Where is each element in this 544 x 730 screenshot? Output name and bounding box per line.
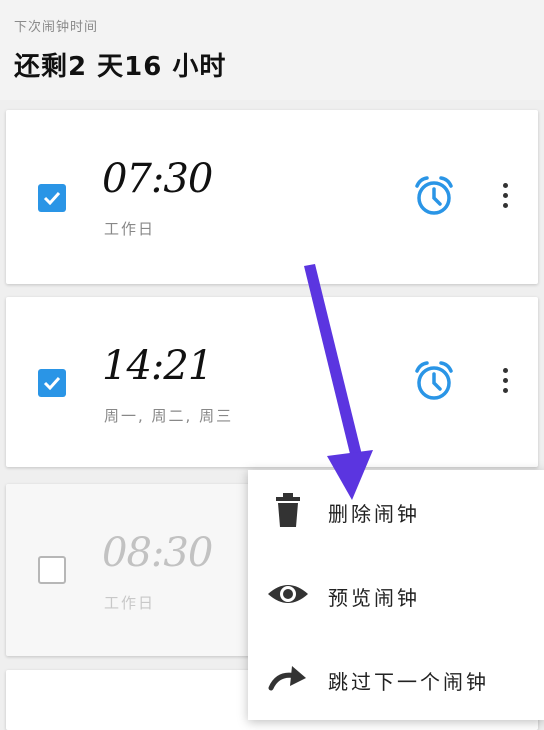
- next-alarm-label: 下次闹钟时间: [14, 20, 99, 35]
- next-alarm-header: 下次闹钟时间 还剩2 天16 小时: [0, 0, 544, 100]
- alarm-clock-icon[interactable]: [412, 359, 456, 403]
- alarm-clock-icon[interactable]: [412, 174, 456, 218]
- alarm-time[interactable]: 14:21: [102, 343, 213, 389]
- alarm-enable-checkbox[interactable]: [38, 369, 66, 397]
- trash-icon: [276, 493, 300, 527]
- alarm-card[interactable]: 07:30 工作日: [6, 110, 538, 284]
- alarm-repeat: 工作日: [104, 220, 156, 238]
- alarm-enable-checkbox[interactable]: [38, 556, 66, 584]
- alarm-context-menu: 删除闹钟 预览闹钟 跳过下一个闹钟: [248, 470, 544, 720]
- more-options-icon[interactable]: [500, 180, 510, 214]
- menu-item-preview-alarm[interactable]: 预览闹钟: [248, 554, 544, 636]
- alarm-card[interactable]: 14:21 周一, 周二, 周三: [6, 297, 538, 467]
- menu-item-delete-alarm[interactable]: 删除闹钟: [248, 470, 544, 552]
- checkmark-icon: [43, 376, 61, 390]
- eye-icon: [268, 585, 308, 603]
- menu-item-label: 预览闹钟: [328, 586, 420, 610]
- alarm-repeat: 周一, 周二, 周三: [104, 407, 234, 425]
- more-options-icon[interactable]: [500, 365, 510, 399]
- skip-arrow-icon: [268, 666, 306, 691]
- alarm-enable-checkbox[interactable]: [38, 184, 66, 212]
- menu-item-skip-next-alarm[interactable]: 跳过下一个闹钟: [248, 638, 544, 720]
- alarm-time[interactable]: 08:30: [102, 530, 213, 576]
- checkmark-icon: [43, 191, 61, 205]
- menu-item-label: 删除闹钟: [328, 502, 420, 526]
- alarm-repeat: 工作日: [104, 594, 156, 612]
- time-remaining: 还剩2 天16 小时: [14, 52, 227, 82]
- menu-item-label: 跳过下一个闹钟: [328, 670, 489, 694]
- alarm-time[interactable]: 07:30: [102, 156, 213, 202]
